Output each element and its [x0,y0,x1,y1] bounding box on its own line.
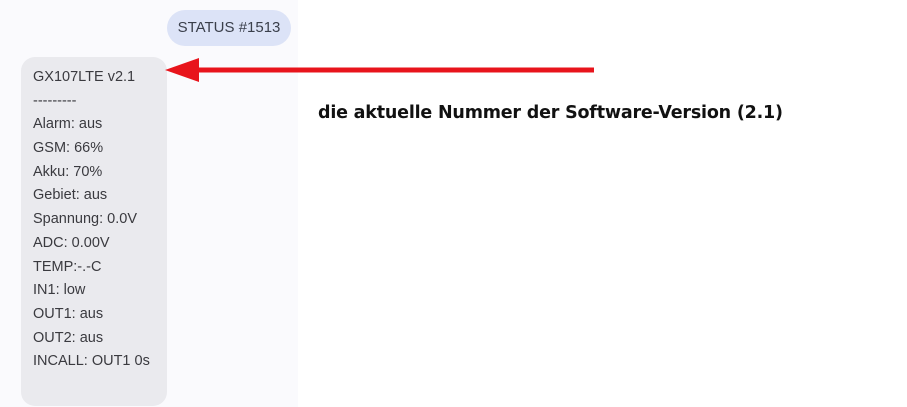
message-line-voltage: Spannung: 0.0V [33,211,138,228]
message-line-incall: INCALL: OUT1 0s [33,353,150,370]
annotation-label: die aktuelle Nummer der Software-Version… [318,103,783,123]
message-line-area: Gebiet: aus [33,187,108,204]
received-message-bubble[interactable]: GX107LTE v2.1 --------- Alarm: aus GSM: … [21,57,167,406]
message-line-temperature: TEMP:-.-C [33,258,102,275]
message-line-alarm: Alarm: aus [33,116,103,133]
sent-message-bubble[interactable]: STATUS #1513 [167,10,291,46]
sms-conversation-area: STATUS #1513 GX107LTE v2.1 --------- Ala… [0,0,298,407]
message-line-gsm: GSM: 66% [33,140,104,157]
message-line-battery: Akku: 70% [33,163,103,180]
message-line-input1: IN1: low [33,282,86,299]
message-line-output2: OUT2: aus [33,329,104,346]
message-line-firmware-version: GX107LTE v2.1 [33,69,136,85]
message-line-separator: --------- [33,92,77,109]
message-line-output1: OUT1: aus [33,305,104,322]
message-line-adc: ADC: 0.00V [33,234,110,251]
